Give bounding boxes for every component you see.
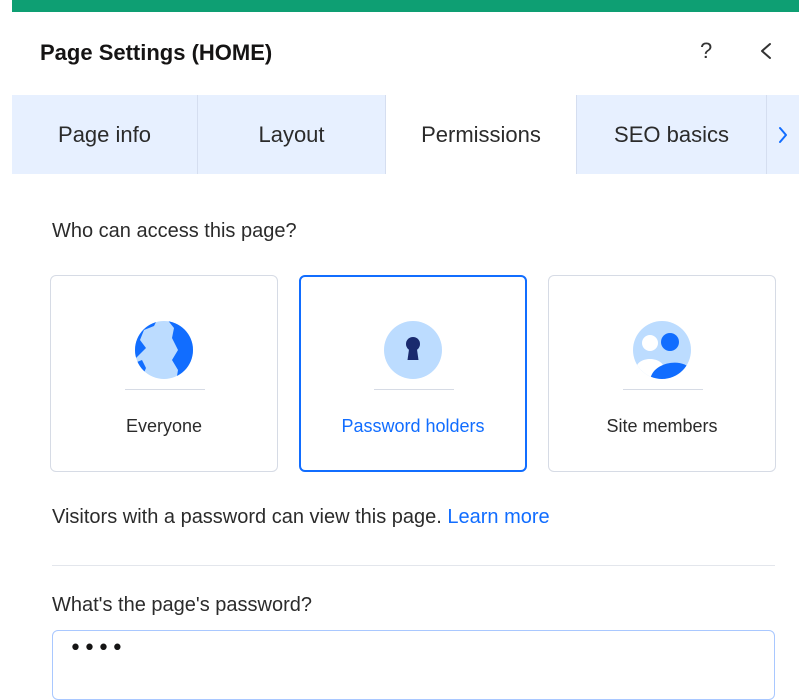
permission-description: Visitors with a password can view this p… bbox=[52, 506, 550, 529]
option-everyone[interactable]: Everyone bbox=[50, 275, 278, 472]
option-divider bbox=[374, 389, 454, 390]
globe-icon bbox=[135, 321, 193, 379]
option-label: Site members bbox=[606, 416, 718, 436]
option-label: Everyone bbox=[125, 416, 203, 436]
tabs-next-button[interactable] bbox=[767, 95, 799, 174]
tab-seo-basics[interactable]: SEO basics bbox=[576, 95, 767, 174]
tab-layout[interactable]: Layout bbox=[198, 95, 386, 174]
option-password-holders[interactable]: Password holders bbox=[299, 275, 527, 472]
learn-more-link[interactable]: Learn more bbox=[447, 506, 549, 528]
description-text: Visitors with a password can view this p… bbox=[52, 506, 442, 528]
help-button[interactable]: ? bbox=[700, 38, 712, 64]
option-site-members[interactable]: Site members bbox=[548, 275, 776, 472]
keyhole-icon bbox=[384, 321, 442, 379]
top-accent-bar bbox=[12, 0, 799, 12]
section-divider bbox=[52, 565, 775, 566]
option-divider bbox=[125, 389, 205, 390]
tab-permissions[interactable]: Permissions bbox=[386, 95, 576, 174]
chevron-right-icon bbox=[779, 126, 787, 143]
password-input[interactable] bbox=[52, 630, 775, 700]
page-title: Page Settings (HOME) bbox=[40, 40, 273, 65]
tab-page-info[interactable]: Page info bbox=[12, 95, 198, 174]
collapse-button[interactable] bbox=[754, 36, 778, 66]
option-divider bbox=[623, 389, 703, 390]
option-label: Password holders bbox=[341, 416, 485, 436]
chevron-left-icon bbox=[761, 43, 771, 59]
password-label: What's the page's password? bbox=[52, 594, 312, 616]
access-question: Who can access this page? bbox=[52, 220, 297, 242]
tab-bar: Page info Layout Permissions SEO basics bbox=[12, 95, 799, 174]
members-icon bbox=[633, 321, 691, 379]
